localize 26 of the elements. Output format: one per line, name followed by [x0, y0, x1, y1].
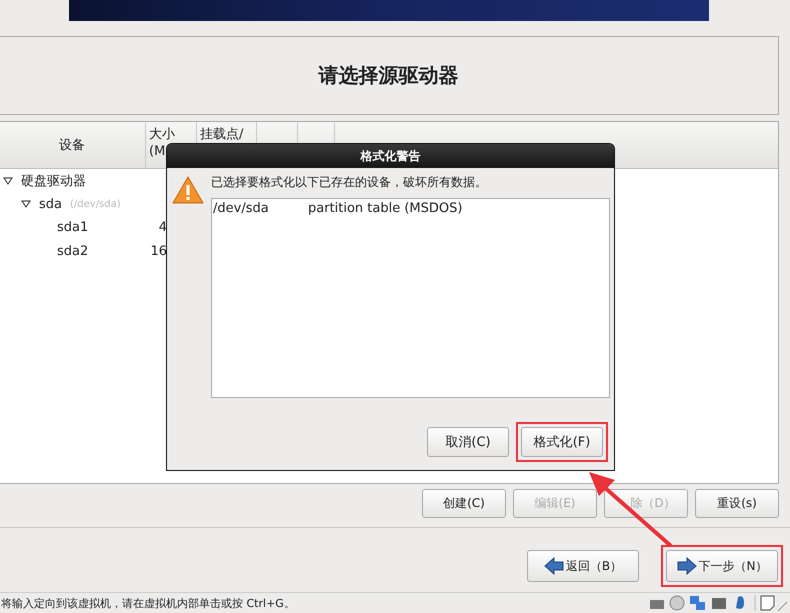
dialog-button[interactable]: 格式化(F): [521, 427, 603, 457]
next-button[interactable]: 下一步（N）: [666, 550, 778, 582]
right-arrow-icon: [676, 557, 696, 575]
expander-icon[interactable]: [3, 176, 13, 186]
device-entry: /dev/sda: [213, 201, 270, 216]
size-cell-text: 16: [149, 244, 167, 259]
action-button[interactable]: 创建(C): [422, 489, 506, 518]
size-cell-text: 4: [158, 220, 167, 236]
left-arrow-icon: [544, 557, 564, 575]
status-text: 将输入定向到该虚拟机，请在虚拟机内部单击或按 Ctrl+G。: [1, 596, 295, 610]
back-button[interactable]: 返回（B）: [527, 550, 639, 582]
page-title: 请选择源驱动器: [318, 62, 458, 89]
device-path: (/dev/sda): [70, 198, 121, 210]
column-header[interactable]: 设备: [0, 122, 146, 168]
device-name[interactable]: sda2: [57, 244, 88, 259]
dialog-button[interactable]: 取消(C): [427, 427, 509, 457]
device-name[interactable]: sda1: [57, 220, 88, 236]
expander-icon[interactable]: [21, 199, 31, 210]
device-icons-drawing[interactable]: [648, 594, 788, 612]
device-description: partition table (MSDOS): [308, 201, 462, 216]
dialog-message: 已选择要格式化以下已存在的设备，破坏所有数据。: [211, 174, 488, 191]
device-name[interactable]: sda: [39, 196, 62, 212]
dialog-title: 格式化警告: [360, 148, 420, 164]
device-name[interactable]: 硬盘驱动器: [21, 172, 86, 190]
warning-icon: [172, 175, 204, 205]
action-button[interactable]: 重设(s): [695, 489, 779, 518]
